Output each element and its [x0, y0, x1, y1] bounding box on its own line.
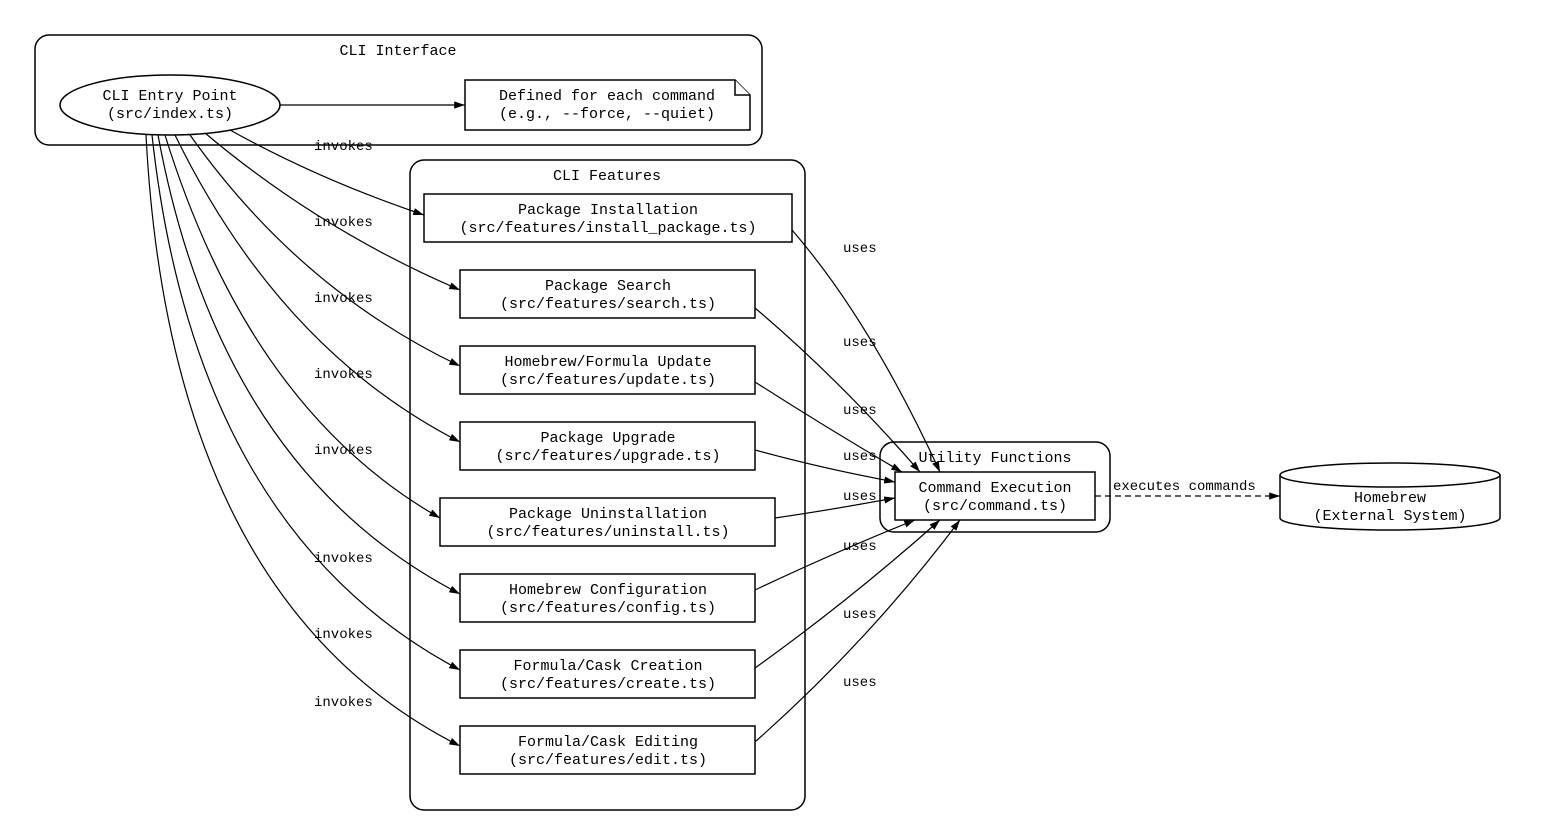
- svg-text:uses: uses: [843, 335, 877, 351]
- svg-text:uses: uses: [843, 675, 877, 691]
- svg-text:invokes: invokes: [314, 367, 373, 383]
- feature-search: Package Search (src/features/search.ts): [460, 270, 755, 318]
- edge-uses-search: [755, 308, 920, 472]
- utility-title: Utility Functions: [918, 450, 1071, 467]
- edge-invokes-create: [152, 135, 460, 670]
- edge-invokes-update: [190, 135, 460, 366]
- cli-interface-title: CLI Interface: [339, 43, 456, 60]
- note-node: Defined for each command (e.g., --force,…: [465, 80, 750, 130]
- cli-entry-line1: CLI Entry Point: [102, 88, 237, 105]
- feature-update: Homebrew/Formula Update (src/features/up…: [460, 346, 755, 394]
- edge-uses-uninstall: [775, 498, 895, 518]
- svg-text:(src/features/search.ts): (src/features/search.ts): [500, 296, 716, 313]
- feature-config: Homebrew Configuration (src/features/con…: [460, 574, 755, 622]
- svg-text:uses: uses: [843, 241, 877, 257]
- edge-invokes-upgrade: [175, 135, 460, 442]
- edge-uses-install: [792, 230, 940, 472]
- svg-text:(src/features/edit.ts): (src/features/edit.ts): [509, 752, 707, 769]
- svg-text:executes commands: executes commands: [1113, 479, 1256, 495]
- svg-text:invokes: invokes: [314, 291, 373, 307]
- cli-features-container: [410, 160, 805, 810]
- svg-text:Formula/Cask Editing: Formula/Cask Editing: [518, 734, 698, 751]
- svg-text:invokes: invokes: [314, 215, 373, 231]
- svg-text:uses: uses: [843, 607, 877, 623]
- svg-text:invokes: invokes: [314, 443, 373, 459]
- svg-text:(src/features/config.ts): (src/features/config.ts): [500, 600, 716, 617]
- svg-text:Homebrew: Homebrew: [1354, 490, 1426, 507]
- feature-edit: Formula/Cask Editing (src/features/edit.…: [460, 726, 755, 774]
- edge-uses-config: [755, 520, 915, 590]
- svg-text:(src/features/upgrade.ts): (src/features/upgrade.ts): [495, 448, 720, 465]
- svg-text:(src/features/install_package.: (src/features/install_package.ts): [459, 220, 756, 237]
- svg-text:Package Uninstallation: Package Uninstallation: [509, 506, 707, 523]
- homebrew-node: Homebrew (External System): [1280, 463, 1500, 530]
- cli-features-title: CLI Features: [553, 168, 661, 185]
- svg-text:invokes: invokes: [314, 627, 373, 643]
- svg-text:Formula/Cask Creation: Formula/Cask Creation: [513, 658, 702, 675]
- cli-entry-point-node: [60, 75, 280, 135]
- svg-text:Homebrew Configuration: Homebrew Configuration: [509, 582, 707, 599]
- feature-upgrade: Package Upgrade (src/features/upgrade.ts…: [460, 422, 755, 470]
- cli-entry-line2: (src/index.ts): [107, 106, 233, 123]
- svg-text:(src/features/update.ts): (src/features/update.ts): [500, 372, 716, 389]
- feature-uninstall: Package Uninstallation (src/features/uni…: [440, 498, 775, 546]
- command-exec-node: Command Execution (src/command.ts): [895, 472, 1095, 520]
- svg-text:invokes: invokes: [314, 139, 373, 155]
- svg-text:uses: uses: [843, 539, 877, 555]
- svg-text:(src/features/uninstall.ts): (src/features/uninstall.ts): [486, 524, 729, 541]
- edge-invokes-search: [205, 133, 460, 290]
- svg-text:uses: uses: [843, 403, 877, 419]
- svg-text:invokes: invokes: [314, 695, 373, 711]
- svg-text:uses: uses: [843, 489, 877, 505]
- note-line1: Defined for each command: [499, 88, 715, 105]
- svg-text:Command Execution: Command Execution: [918, 480, 1071, 497]
- svg-text:(src/features/create.ts): (src/features/create.ts): [500, 676, 716, 693]
- svg-text:Homebrew/Formula Update: Homebrew/Formula Update: [504, 354, 711, 371]
- svg-text:Package Search: Package Search: [545, 278, 671, 295]
- feature-create: Formula/Cask Creation (src/features/crea…: [460, 650, 755, 698]
- svg-text:uses: uses: [843, 449, 877, 465]
- feature-install: Package Installation (src/features/insta…: [424, 194, 792, 242]
- svg-text:(External System): (External System): [1313, 508, 1466, 525]
- note-line2: (e.g., --force, --quiet): [499, 106, 715, 123]
- svg-text:(src/command.ts): (src/command.ts): [923, 498, 1067, 515]
- edge-invokes-edit: [146, 135, 460, 746]
- svg-text:Package Installation: Package Installation: [518, 202, 698, 219]
- svg-text:Package Upgrade: Package Upgrade: [540, 430, 675, 447]
